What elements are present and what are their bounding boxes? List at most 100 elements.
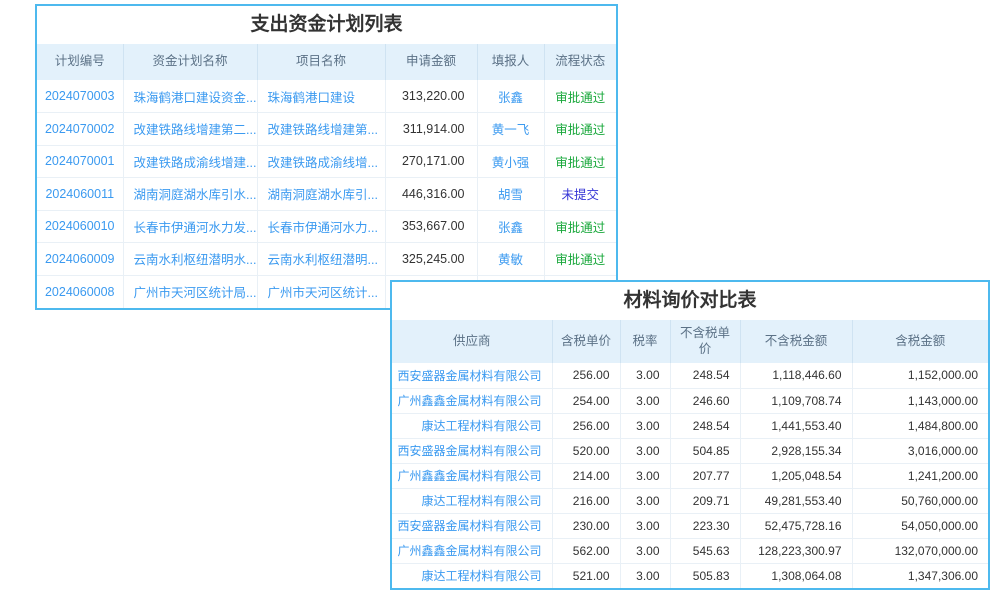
plan-id-link[interactable]: 2024060009	[37, 243, 123, 276]
flow-status-label[interactable]: 审批通过	[544, 243, 616, 276]
notax-amount-value: 2,928,155.34	[740, 438, 852, 463]
flow-status-label[interactable]: 审批通过	[544, 80, 616, 113]
notax-amount-value: 1,205,048.54	[740, 463, 852, 488]
tax-unit-price-value: 254.00	[552, 388, 620, 413]
supplier-link[interactable]: 康达工程材料有限公司	[392, 488, 552, 513]
col-notax-unit-price: 不含税单价	[670, 320, 740, 363]
supplier-link[interactable]: 西安盛器金属材料有限公司	[392, 513, 552, 538]
tax-rate-value: 3.00	[620, 438, 670, 463]
fund-plan-name-link[interactable]: 珠海鹤港口建设资金...	[123, 80, 257, 113]
expense-fund-plan-panel: 支出资金计划列表 计划编号资金计划名称项目名称申请金额填报人流程状态 20240…	[35, 4, 618, 310]
notax-unit-price-value: 545.63	[670, 538, 740, 563]
tax-amount-value: 50,760,000.00	[852, 488, 988, 513]
tax-rate-value: 3.00	[620, 563, 670, 588]
material-inquiry-header-row: 供应商含税单价税率不含税单价不含税金额含税金额	[392, 320, 988, 363]
notax-amount-value: 128,223,300.97	[740, 538, 852, 563]
reporter-link[interactable]: 黄敏	[477, 243, 544, 276]
notax-unit-price-value: 209.71	[670, 488, 740, 513]
notax-unit-price-value: 207.77	[670, 463, 740, 488]
tax-unit-price-value: 214.00	[552, 463, 620, 488]
reporter-link[interactable]: 黄小强	[477, 145, 544, 178]
inquiry-row: 广州鑫鑫金属材料有限公司214.003.00207.771,205,048.54…	[392, 463, 988, 488]
col-flow-status: 流程状态	[544, 44, 616, 80]
supplier-link[interactable]: 康达工程材料有限公司	[392, 413, 552, 438]
inquiry-row: 康达工程材料有限公司521.003.00505.831,308,064.081,…	[392, 563, 988, 588]
tax-amount-value: 1,152,000.00	[852, 363, 988, 388]
supplier-link[interactable]: 康达工程材料有限公司	[392, 563, 552, 588]
fund-plan-name-link[interactable]: 改建铁路线增建第二...	[123, 113, 257, 146]
expense-fund-plan-title: 支出资金计划列表	[37, 6, 616, 44]
supplier-link[interactable]: 西安盛器金属材料有限公司	[392, 363, 552, 388]
tax-unit-price-value: 216.00	[552, 488, 620, 513]
tax-amount-value: 1,241,200.00	[852, 463, 988, 488]
project-name-link[interactable]: 湖南洞庭湖水库引...	[257, 178, 385, 211]
tax-rate-value: 3.00	[620, 463, 670, 488]
fund-plan-name-link[interactable]: 湖南洞庭湖水库引水...	[123, 178, 257, 211]
inquiry-row: 广州鑫鑫金属材料有限公司562.003.00545.63128,223,300.…	[392, 538, 988, 563]
plan-id-link[interactable]: 2024060008	[37, 275, 123, 308]
tax-unit-price-value: 230.00	[552, 513, 620, 538]
col-fund-plan-name: 资金计划名称	[123, 44, 257, 80]
notax-amount-value: 1,441,553.40	[740, 413, 852, 438]
expense-plan-row: 2024070002改建铁路线增建第二...改建铁路线增建第...311,914…	[37, 113, 616, 146]
flow-status-label[interactable]: 审批通过	[544, 113, 616, 146]
notax-amount-value: 49,281,553.40	[740, 488, 852, 513]
fund-plan-name-link[interactable]: 云南水利枢纽潜明水...	[123, 243, 257, 276]
tax-unit-price-value: 256.00	[552, 413, 620, 438]
fund-plan-name-link[interactable]: 长春市伊通河水力发...	[123, 210, 257, 243]
tax-unit-price-value: 520.00	[552, 438, 620, 463]
reporter-link[interactable]: 张鑫	[477, 210, 544, 243]
notax-amount-value: 1,308,064.08	[740, 563, 852, 588]
plan-id-link[interactable]: 2024060010	[37, 210, 123, 243]
notax-unit-price-value: 504.85	[670, 438, 740, 463]
supplier-link[interactable]: 广州鑫鑫金属材料有限公司	[392, 388, 552, 413]
apply-amount-value: 311,914.00	[385, 113, 477, 146]
col-reporter: 填报人	[477, 44, 544, 80]
flow-status-label[interactable]: 审批通过	[544, 145, 616, 178]
reporter-link[interactable]: 张鑫	[477, 80, 544, 113]
plan-id-link[interactable]: 2024070003	[37, 80, 123, 113]
material-inquiry-table: 供应商含税单价税率不含税单价不含税金额含税金额 西安盛器金属材料有限公司256.…	[392, 320, 988, 588]
project-name-link[interactable]: 改建铁路成渝线增...	[257, 145, 385, 178]
apply-amount-value: 313,220.00	[385, 80, 477, 113]
expense-plan-row: 2024070001改建铁路成渝线增建...改建铁路成渝线增...270,171…	[37, 145, 616, 178]
col-notax-amount: 不含税金额	[740, 320, 852, 363]
tax-amount-value: 132,070,000.00	[852, 538, 988, 563]
project-name-link[interactable]: 改建铁路线增建第...	[257, 113, 385, 146]
fund-plan-name-link[interactable]: 改建铁路成渝线增建...	[123, 145, 257, 178]
fund-plan-name-link[interactable]: 广州市天河区统计局...	[123, 275, 257, 308]
expense-plan-row: 2024060011湖南洞庭湖水库引水...湖南洞庭湖水库引...446,316…	[37, 178, 616, 211]
project-name-link[interactable]: 云南水利枢纽潜明...	[257, 243, 385, 276]
material-inquiry-panel: 材料询价对比表 供应商含税单价税率不含税单价不含税金额含税金额 西安盛器金属材料…	[390, 280, 990, 590]
project-name-link[interactable]: 珠海鹤港口建设	[257, 80, 385, 113]
reporter-link[interactable]: 黄一飞	[477, 113, 544, 146]
flow-status-label[interactable]: 审批通过	[544, 210, 616, 243]
tax-rate-value: 3.00	[620, 388, 670, 413]
supplier-link[interactable]: 西安盛器金属材料有限公司	[392, 438, 552, 463]
flow-status-label[interactable]: 未提交	[544, 178, 616, 211]
supplier-link[interactable]: 广州鑫鑫金属材料有限公司	[392, 538, 552, 563]
inquiry-row: 康达工程材料有限公司216.003.00209.7149,281,553.405…	[392, 488, 988, 513]
tax-unit-price-value: 521.00	[552, 563, 620, 588]
tax-rate-value: 3.00	[620, 513, 670, 538]
project-name-link[interactable]: 广州市天河区统计...	[257, 275, 385, 308]
plan-id-link[interactable]: 2024070001	[37, 145, 123, 178]
notax-unit-price-value: 248.54	[670, 413, 740, 438]
inquiry-row: 广州鑫鑫金属材料有限公司254.003.00246.601,109,708.74…	[392, 388, 988, 413]
inquiry-row: 西安盛器金属材料有限公司256.003.00248.541,118,446.60…	[392, 363, 988, 388]
expense-plan-row: 2024070003珠海鹤港口建设资金...珠海鹤港口建设313,220.00张…	[37, 80, 616, 113]
col-plan-id: 计划编号	[37, 44, 123, 80]
plan-id-link[interactable]: 2024060011	[37, 178, 123, 211]
tax-unit-price-value: 562.00	[552, 538, 620, 563]
plan-id-link[interactable]: 2024070002	[37, 113, 123, 146]
col-tax-rate: 税率	[620, 320, 670, 363]
material-inquiry-title: 材料询价对比表	[392, 282, 988, 320]
tax-amount-value: 1,347,306.00	[852, 563, 988, 588]
expense-plan-row: 2024060009云南水利枢纽潜明水...云南水利枢纽潜明...325,245…	[37, 243, 616, 276]
supplier-link[interactable]: 广州鑫鑫金属材料有限公司	[392, 463, 552, 488]
reporter-link[interactable]: 胡雪	[477, 178, 544, 211]
expense-plan-row: 2024060010长春市伊通河水力发...长春市伊通河水力...353,667…	[37, 210, 616, 243]
expense-fund-plan-table: 计划编号资金计划名称项目名称申请金额填报人流程状态 2024070003珠海鹤港…	[37, 44, 616, 308]
tax-amount-value: 1,143,000.00	[852, 388, 988, 413]
project-name-link[interactable]: 长春市伊通河水力...	[257, 210, 385, 243]
